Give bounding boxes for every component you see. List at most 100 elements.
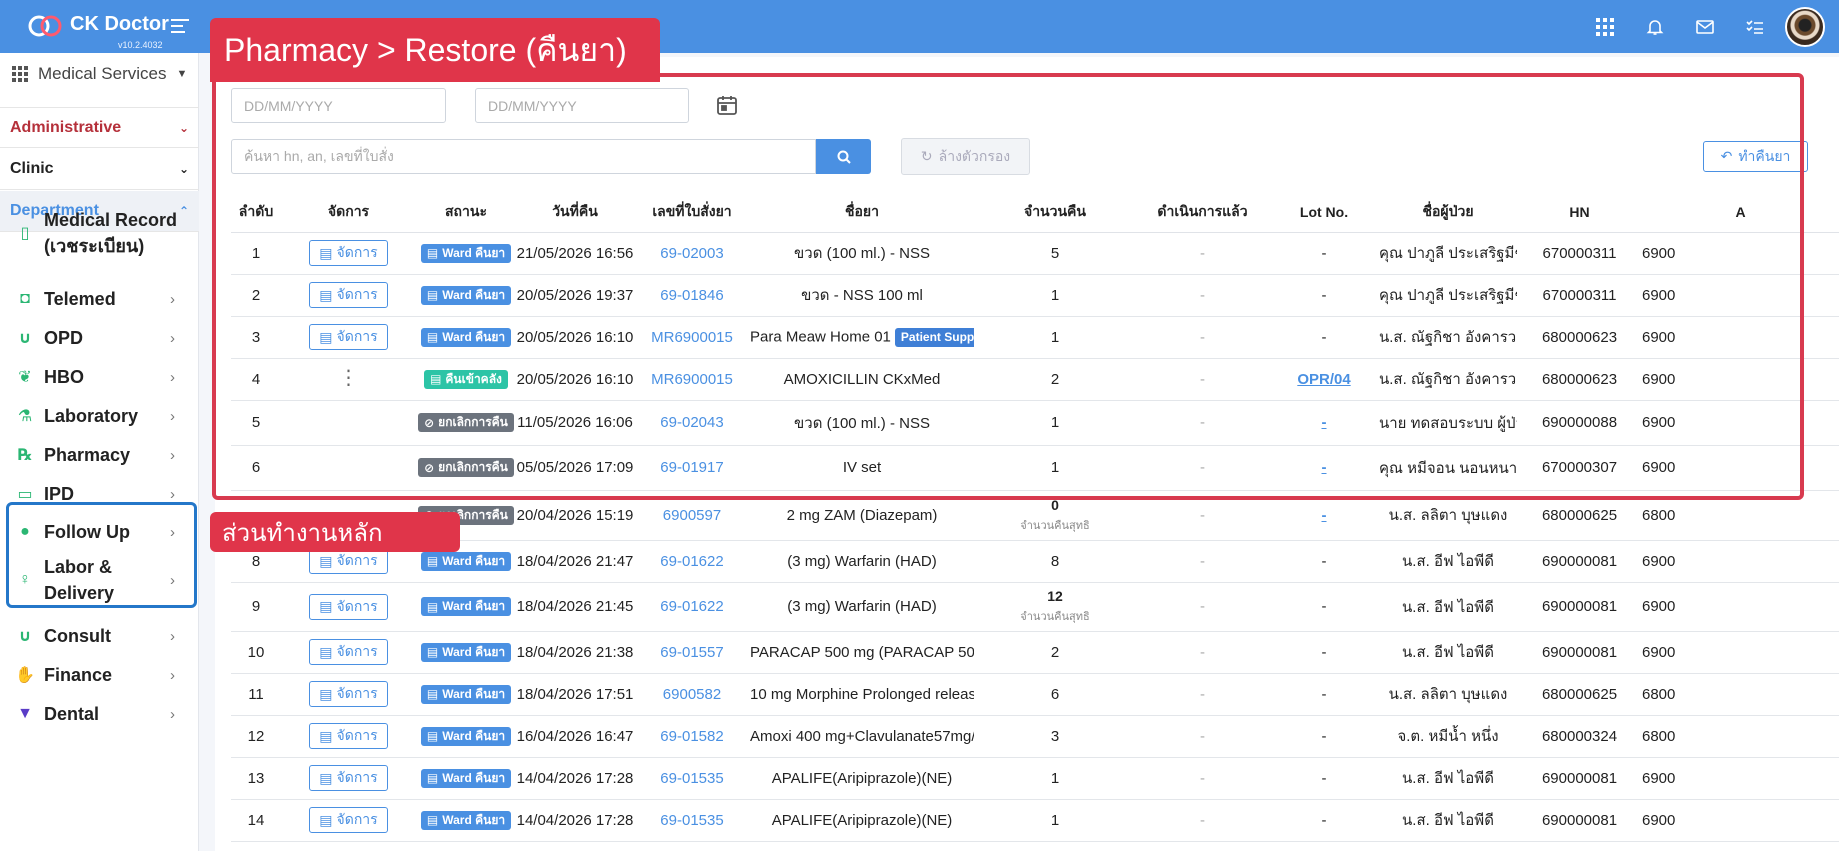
- apps-grid-icon[interactable]: [1591, 13, 1619, 41]
- sidebar-item-dental[interactable]: ▼ Dental ›: [0, 694, 199, 734]
- status-badge-label: Ward คืนยา: [442, 553, 506, 568]
- section-administrative[interactable]: Administrative ⌄: [0, 107, 199, 148]
- sidebar-item-medical-record[interactable]: ▯ Medical Record (เวชระเบียน): [0, 195, 199, 271]
- manage-button[interactable]: ▤ จัดการ: [309, 765, 388, 791]
- return-qty-cell: 8: [974, 540, 1136, 583]
- hn-cell: 690000081: [1517, 631, 1642, 674]
- hn-cell: 680000625: [1517, 673, 1642, 716]
- section-clinic[interactable]: Clinic ⌄: [0, 149, 199, 190]
- chevron-down-icon: ⌄: [178, 162, 189, 176]
- an-cell: 6900: [1642, 582, 1839, 632]
- grid-icon: [12, 66, 28, 82]
- manage-button[interactable]: ▤ จัดการ: [309, 723, 388, 749]
- table-row[interactable]: 9 ▤ จัดการ ▤ Ward คืนยา 18/04/2026 21:45 69-01…: [231, 582, 1839, 632]
- document-icon: ▤: [426, 599, 439, 614]
- drug-name-cell: APALIFE(Aripiprazole)(NE): [750, 799, 974, 842]
- document-icon: ▤: [426, 813, 439, 827]
- status-badge: ▤ Ward คืนยา: [420, 768, 512, 788]
- processed-cell: -: [1136, 582, 1269, 632]
- chevron-down-icon: ⌄: [178, 120, 189, 135]
- sidebar-item-telemed[interactable]: ◘ Telemed ›: [0, 279, 199, 319]
- patient-name-cell: จ.ต. หมีน้ำ หนึ่ง: [1379, 715, 1517, 758]
- order-number-link[interactable]: 69-01535: [634, 757, 750, 800]
- brand[interactable]: CK Doctor v10.2.4032: [0, 0, 200, 53]
- return-qty-cell: 3: [974, 715, 1136, 758]
- bell-icon[interactable]: [1641, 13, 1669, 41]
- row-number-cell: 14: [231, 799, 281, 842]
- menu-toggle-icon[interactable]: [171, 19, 189, 35]
- sidebar-item-consult[interactable]: ∪ Consult ›: [0, 616, 199, 656]
- manage-button[interactable]: ▤ จัดการ: [309, 807, 388, 833]
- sidebar-item-pharmacy[interactable]: ℞ Pharmacy ›: [0, 435, 199, 475]
- row-number-cell: 10: [231, 631, 281, 674]
- table-row[interactable]: 13 ▤ จัดการ ▤ Ward คืนยา 14/04/2026 17:28 69-0…: [231, 757, 1839, 800]
- document-icon: ▤: [319, 811, 333, 828]
- document-icon: ▤: [426, 554, 439, 568]
- return-date-cell: 18/04/2026 17:51: [516, 673, 634, 716]
- document-icon: ▤: [319, 598, 333, 614]
- sidebar-item-label: Medical Record (เวชระเบียน): [44, 210, 178, 256]
- return-qty: 1: [1050, 769, 1060, 787]
- app-version: v10.2.4032: [118, 40, 163, 50]
- hn-cell: 690000081: [1517, 582, 1642, 632]
- document-icon: ▤: [319, 643, 333, 660]
- drug-name-cell: Amoxi 400 mg+Clavulanate57mg/5ml: [750, 715, 974, 758]
- row-number-cell: 9: [231, 582, 281, 632]
- checklist-icon[interactable]: [1741, 13, 1769, 41]
- drug-name: APALIFE(Aripiprazole)(NE): [771, 811, 953, 829]
- table-row[interactable]: 12 ▤ จัดการ ▤ Ward คืนยา 16/04/2026 16:47 69-0…: [231, 715, 1839, 758]
- status-badge-label: Ward คืนยา: [442, 686, 506, 701]
- sidebar-item-opd[interactable]: ∪ OPD ›: [0, 318, 199, 358]
- return-date-cell: 18/04/2026 21:38: [516, 631, 634, 674]
- manage-button-label: จัดการ: [336, 727, 378, 743]
- order-number-link[interactable]: 69-01557: [634, 631, 750, 674]
- status-badge: ▤ Ward คืนยา: [420, 726, 512, 746]
- table-row[interactable]: 14 ▤ จัดการ ▤ Ward คืนยา 14/04/2026 17:28 69-0…: [231, 799, 1839, 842]
- order-number-link[interactable]: 69-01622: [634, 540, 750, 583]
- mail-icon[interactable]: [1691, 13, 1719, 41]
- sidebar-item-laboratory[interactable]: ⚗ Laboratory ›: [0, 396, 199, 436]
- an-cell: 6900: [1642, 540, 1839, 583]
- manage-button-label: จัดการ: [336, 769, 378, 785]
- sidebar-item-hbo[interactable]: ❦ HBO ›: [0, 357, 199, 397]
- table-row[interactable]: 8 ▤ จัดการ ▤ Ward คืนยา 18/04/2026 21:47 69-01…: [231, 540, 1839, 583]
- manage-button[interactable]: ▤ จัดการ: [309, 639, 388, 665]
- lot-cell: -: [1269, 631, 1379, 674]
- sidebar-item-label: Finance: [44, 665, 113, 685]
- drug-name: APALIFE(Aripiprazole)(NE): [771, 769, 953, 787]
- return-qty-cell: 2: [974, 631, 1136, 674]
- lot-value: -: [1321, 643, 1327, 661]
- row-number-cell: 11: [231, 673, 281, 716]
- status-badge-label: Ward คืนยา: [442, 728, 506, 743]
- table-row[interactable]: 11 ▤ จัดการ ▤ Ward คืนยา 18/04/2026 17:51 6900…: [231, 673, 1839, 716]
- lot-link[interactable]: -: [1322, 507, 1327, 524]
- processed-cell: -: [1136, 673, 1269, 716]
- lot-value: -: [1321, 552, 1327, 570]
- sidebar-item-finance[interactable]: ✋ Finance ›: [0, 655, 199, 695]
- table-row[interactable]: 10 ▤ จัดการ ▤ Ward คืนยา 18/04/2026 21:38 69-0…: [231, 631, 1839, 674]
- user-avatar[interactable]: [1785, 7, 1825, 47]
- manage-button[interactable]: ▤ จัดการ: [309, 593, 388, 620]
- return-date-cell: 14/04/2026 17:28: [516, 757, 634, 800]
- sidebar-item-label: Pharmacy: [44, 445, 131, 465]
- manage-button-label: จัดการ: [336, 643, 378, 659]
- action-cell: ▤ จัดการ: [281, 582, 416, 632]
- order-number-link[interactable]: 69-01622: [634, 582, 750, 632]
- order-number-link[interactable]: 6900582: [634, 673, 750, 716]
- manage-button[interactable]: ▤ จัดการ: [309, 681, 388, 707]
- status-cell: ▤ Ward คืนยา: [416, 582, 516, 632]
- action-cell: ▤ จัดการ: [281, 799, 416, 842]
- order-number-link[interactable]: 69-01535: [634, 799, 750, 842]
- return-qty: 1: [1050, 811, 1060, 829]
- medical-services-menu[interactable]: Medical Services ▼: [12, 59, 187, 89]
- drug-name-cell: PARACAP 500 mg (PARACAP 500 mg): [750, 631, 974, 674]
- lot-value: -: [1321, 811, 1327, 829]
- lot-cell: -: [1269, 715, 1379, 758]
- patient-name-cell: น.ส. อีฟ ไอพีดี: [1379, 631, 1517, 674]
- status-badge: ▤ Ward คืนยา: [420, 810, 512, 830]
- return-qty: 3: [1050, 727, 1060, 745]
- lot-value: -: [1321, 598, 1327, 615]
- order-number-link[interactable]: 69-01582: [634, 715, 750, 758]
- patient-name-cell: น.ส. ลลิตา บุษแดง: [1379, 673, 1517, 716]
- lot-value: -: [1321, 685, 1327, 703]
